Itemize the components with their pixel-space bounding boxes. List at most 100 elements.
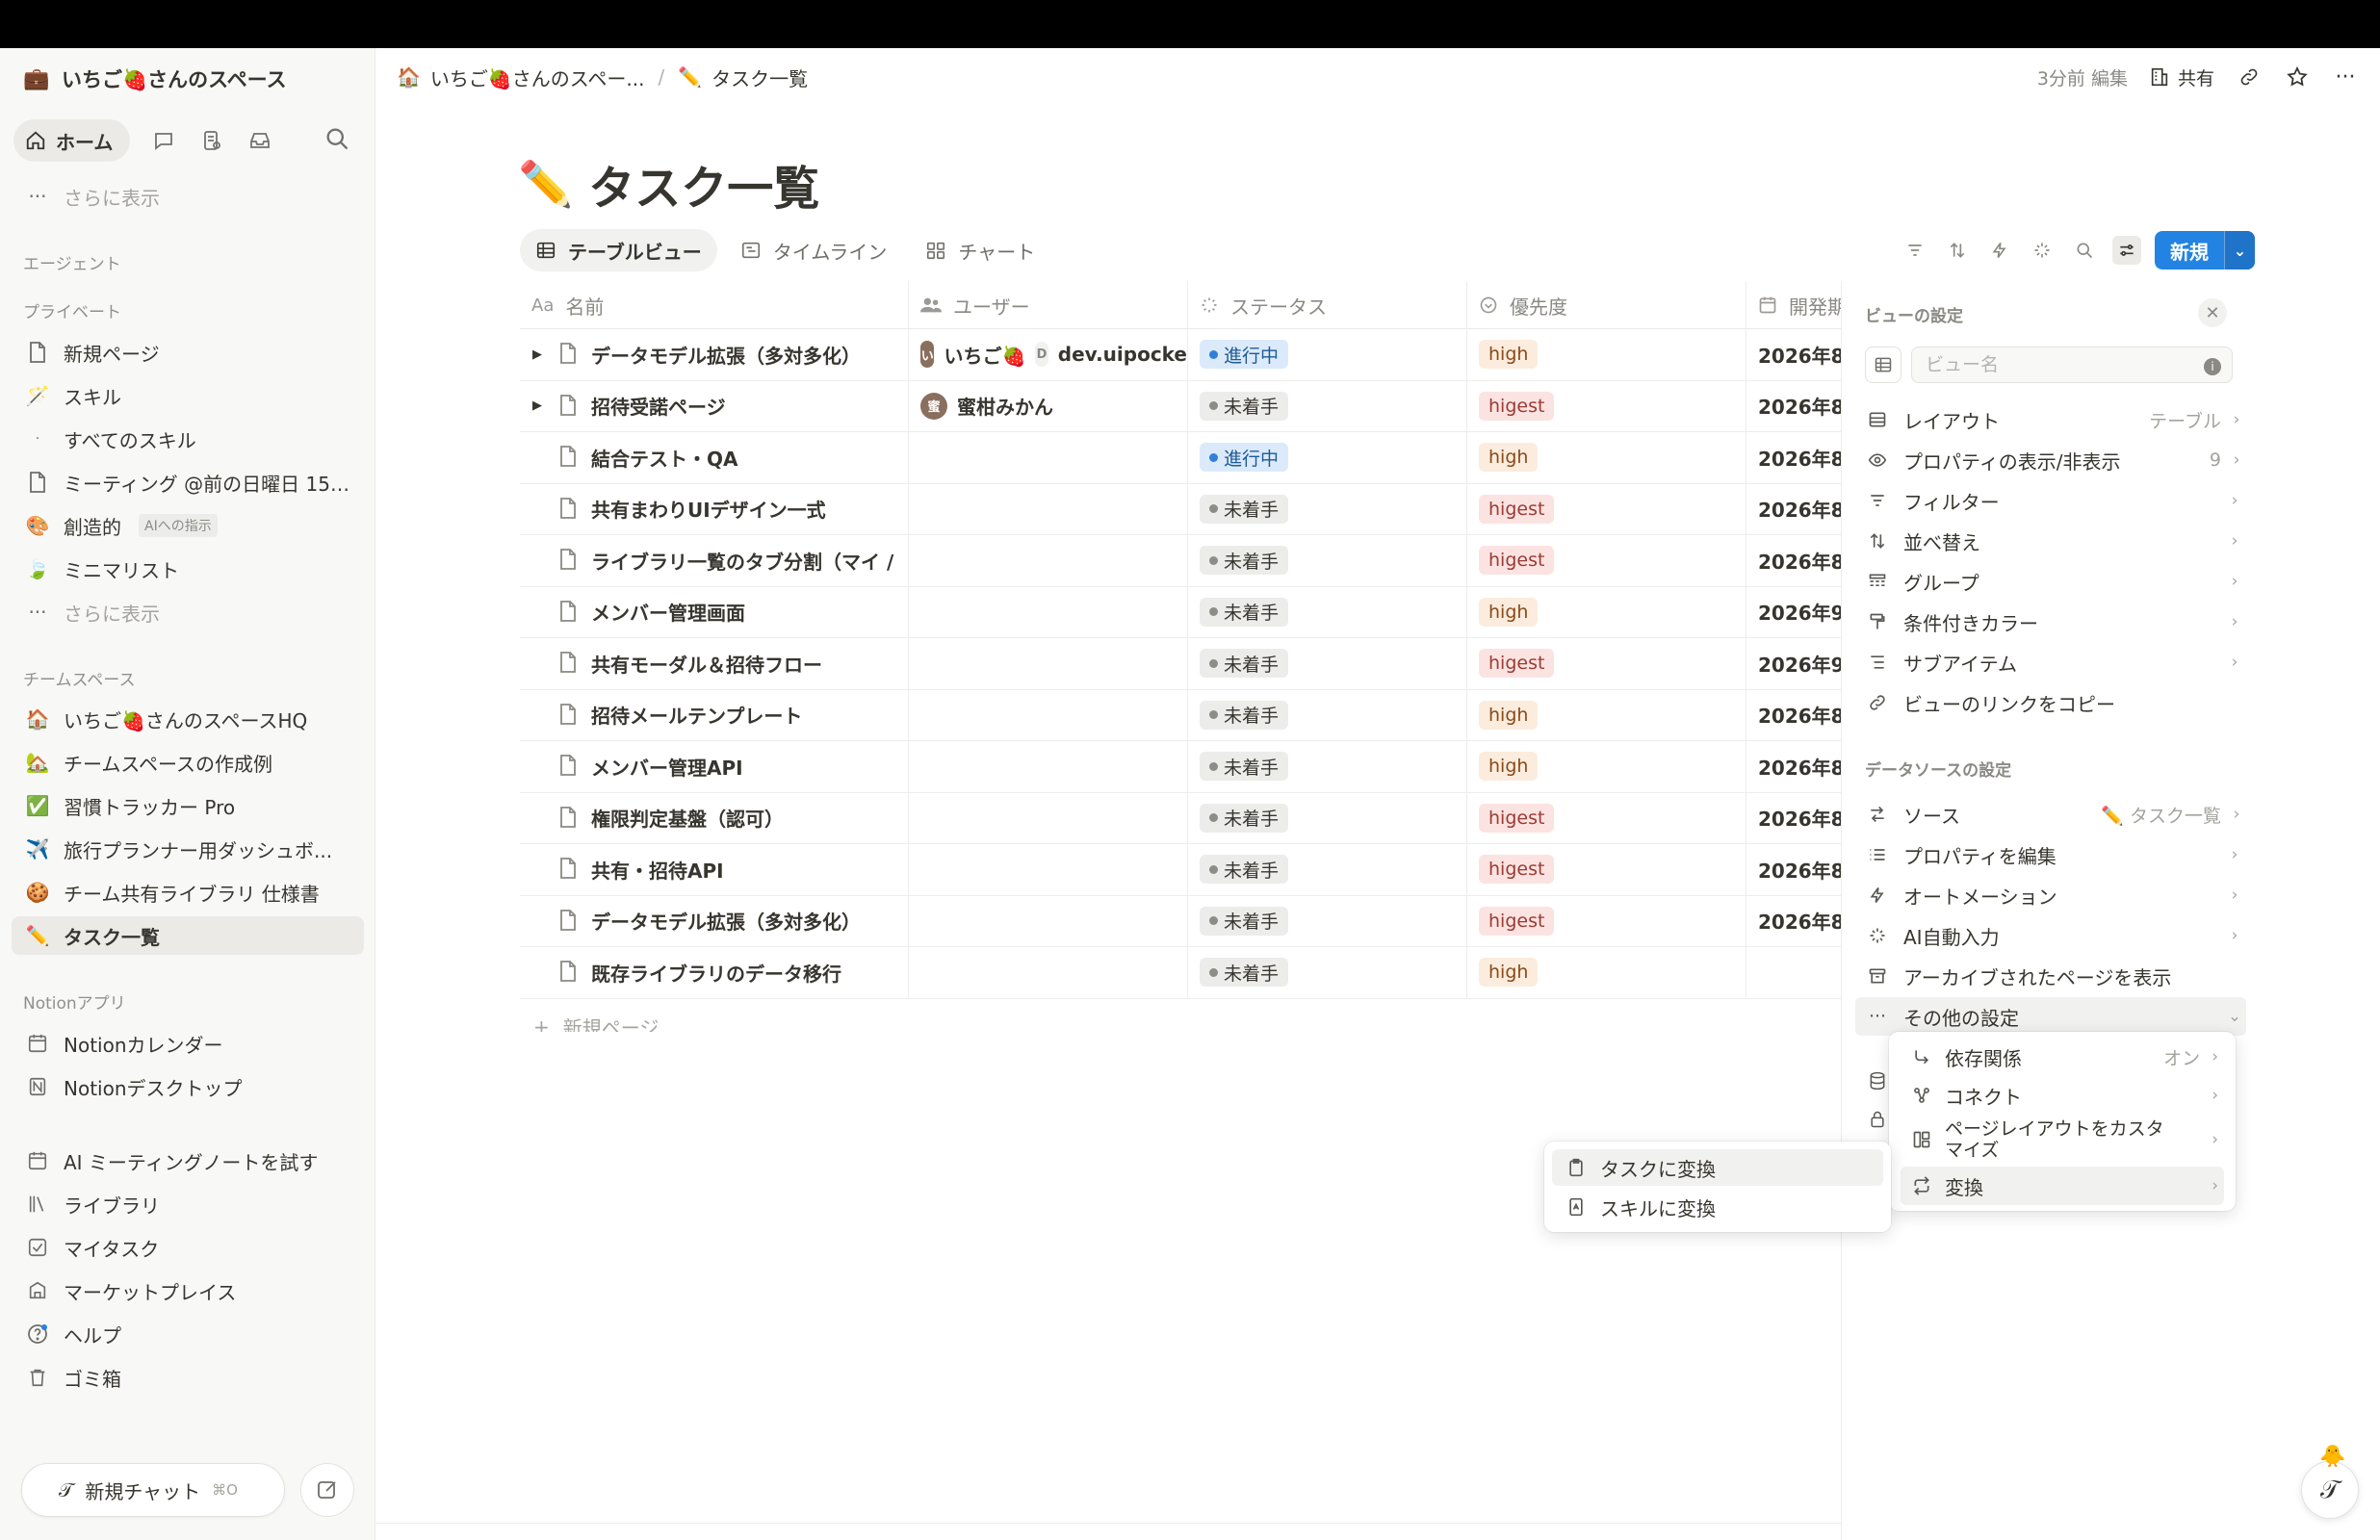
settings-item-paint[interactable]: 条件付きカラー › bbox=[1855, 603, 2246, 641]
settings-item-sort[interactable]: 並べ替え › bbox=[1855, 522, 2246, 560]
cell-status[interactable]: 未着手 bbox=[1188, 380, 1467, 431]
cell-status[interactable]: 進行中 bbox=[1188, 432, 1467, 483]
cell-dev-period[interactable]: 2026年8/ bbox=[1746, 896, 1841, 947]
cell-name[interactable]: 共有・招待API bbox=[520, 844, 909, 895]
share-button[interactable]: 共有 bbox=[2149, 64, 2214, 90]
cell-dev-period[interactable]: 2026年8/ bbox=[1746, 381, 1841, 432]
tab-timeline[interactable]: タイムライン bbox=[725, 229, 903, 271]
chat-bubble-icon[interactable] bbox=[149, 126, 178, 155]
sidebar-item-notion-calendar[interactable]: Notionカレンダー bbox=[12, 1024, 364, 1063]
cell-dev-period[interactable]: 2026年8/ bbox=[1746, 844, 1841, 895]
sidebar-item-habit-tracker[interactable]: ✅ 習慣トラッカー Pro bbox=[12, 786, 364, 825]
cell-status[interactable]: 未着手 bbox=[1188, 947, 1467, 998]
inbox-icon[interactable] bbox=[246, 126, 274, 155]
column-header-status[interactable]: ステータス bbox=[1188, 281, 1467, 329]
settings-item-layout[interactable]: レイアウト テーブル › bbox=[1855, 400, 2246, 439]
ai-assistant-button[interactable]: 🐥 𝒯 bbox=[2301, 1445, 2359, 1519]
cell-name[interactable]: 結合テスト・QA bbox=[520, 432, 909, 483]
close-icon[interactable]: ✕ bbox=[2198, 298, 2227, 327]
menu-item-connect[interactable]: コネクト › bbox=[1901, 1076, 2224, 1115]
sidebar-show-more-private[interactable]: ··· さらに表示 bbox=[12, 593, 364, 631]
cell-priority[interactable]: high bbox=[1467, 689, 1746, 740]
cell-user[interactable] bbox=[909, 638, 1188, 689]
sidebar-item-new-page[interactable]: 新規ページ bbox=[12, 333, 364, 372]
cell-dev-period[interactable]: 2026年8/ bbox=[1746, 535, 1841, 586]
cell-name[interactable]: ▶ データモデル拡張（多対多化） bbox=[520, 329, 909, 380]
workspace-switcher[interactable]: 💼 いちご🍓さんのスペース bbox=[23, 64, 286, 94]
bolt-icon[interactable] bbox=[1985, 236, 2014, 265]
cell-dev-period[interactable]: 2026年8/ bbox=[1746, 793, 1841, 844]
cell-status[interactable]: 未着手 bbox=[1188, 792, 1467, 843]
cell-priority[interactable]: high bbox=[1467, 741, 1746, 792]
page-emoji-icon[interactable]: ✏️ bbox=[518, 158, 573, 211]
new-button-label[interactable]: 新規 bbox=[2155, 231, 2224, 270]
page-title[interactable]: ✏️ タスク一覧 bbox=[518, 150, 819, 218]
settings-sliders-icon[interactable] bbox=[2112, 236, 2141, 265]
cell-name[interactable]: 権限判定基盤（認可） bbox=[520, 792, 909, 843]
settings-item-source[interactable]: ソース ✏️ タスク一覧 › bbox=[1855, 795, 2246, 834]
lock-icon[interactable] bbox=[1865, 1107, 1890, 1132]
table-row[interactable]: ▶ データモデル拡張（多対多化） いいちご🍓 Ddev.uipocke 進行中 h… bbox=[520, 329, 1841, 381]
database-icon[interactable] bbox=[1865, 1068, 1890, 1093]
sidebar-item-workspace-hq[interactable]: 🏠 いちご🍓さんのスペースHQ bbox=[12, 700, 364, 738]
settings-item-archive[interactable]: アーカイブされたページを表示 bbox=[1855, 957, 2246, 995]
sidebar-item-trash[interactable]: ゴミ箱 bbox=[12, 1358, 364, 1397]
breadcrumb-current[interactable]: タスク一覧 bbox=[711, 64, 808, 91]
expand-triangle-icon[interactable]: ▶ bbox=[528, 398, 547, 413]
tab-chart[interactable]: チャート bbox=[910, 229, 1050, 271]
menu-item-convert-to-task[interactable]: タスクに変換 bbox=[1552, 1149, 1883, 1186]
cell-name[interactable]: メンバー管理API bbox=[520, 741, 909, 792]
cell-priority[interactable]: higest bbox=[1467, 638, 1746, 689]
cell-dev-period[interactable] bbox=[1746, 947, 1841, 998]
table-row[interactable]: 共有まわりUIデザイン一式 未着手 higest 2026年8/ bbox=[520, 483, 1841, 535]
cell-name[interactable]: 招待メールテンプレート bbox=[520, 689, 909, 740]
cell-name[interactable]: 既存ライブラリのデータ移行 bbox=[520, 947, 909, 998]
cell-priority[interactable]: higest bbox=[1467, 792, 1746, 843]
cell-user[interactable]: いいちご🍓 Ddev.uipocke bbox=[909, 329, 1188, 380]
cell-priority[interactable]: high bbox=[1467, 329, 1746, 380]
sidebar-item-creative[interactable]: 🎨 創造的 AIへの指示 bbox=[12, 506, 364, 545]
more-options-icon[interactable]: ··· bbox=[2332, 64, 2359, 90]
cell-dev-period[interactable]: 2026年8/ bbox=[1746, 329, 1841, 380]
add-new-page-row[interactable]: + 新規ページ bbox=[520, 1003, 659, 1033]
cell-status[interactable]: 未着手 bbox=[1188, 638, 1467, 689]
sidebar-item-teamspace-example[interactable]: 🏡 チームスペースの作成例 bbox=[12, 743, 364, 782]
sidebar-item-all-skills[interactable]: · すべてのスキル bbox=[12, 420, 364, 458]
sidebar-item-marketplace[interactable]: マーケットプレイス bbox=[12, 1271, 364, 1310]
cell-user[interactable] bbox=[909, 483, 1188, 534]
new-button[interactable]: 新規 ⌄ bbox=[2155, 231, 2255, 270]
cell-priority[interactable]: higest bbox=[1467, 535, 1746, 586]
cell-priority[interactable]: higest bbox=[1467, 844, 1746, 895]
sparkle-icon[interactable] bbox=[2028, 236, 2057, 265]
settings-item-list[interactable]: プロパティを編集 › bbox=[1855, 835, 2246, 874]
breadcrumb-workspace[interactable]: いちご🍓さんのスペー... bbox=[430, 64, 645, 91]
expand-triangle-icon[interactable]: ▶ bbox=[528, 347, 547, 362]
table-row[interactable]: 共有モーダル＆招待フロー 未着手 higest 2026年9/ bbox=[520, 638, 1841, 690]
chevron-down-icon[interactable]: ⌄ bbox=[2224, 231, 2255, 270]
meeting-notes-icon[interactable] bbox=[197, 126, 226, 155]
new-chat-button[interactable]: 𝒯 新規チャット ⌘O bbox=[21, 1463, 285, 1517]
menu-item-convert-to-skill[interactable]: スキルに変換 bbox=[1552, 1189, 1883, 1225]
table-row[interactable]: ▶ 招待受諾ページ 蜜蜜柑みかん 未着手 higest 2026年8/ bbox=[520, 380, 1841, 432]
star-icon[interactable] bbox=[2284, 64, 2311, 90]
cell-dev-period[interactable]: 2026年9/ bbox=[1746, 638, 1841, 689]
cell-priority[interactable]: high bbox=[1467, 432, 1746, 483]
cell-name[interactable]: メンバー管理画面 bbox=[520, 586, 909, 637]
menu-item-convert[interactable]: 変換 › bbox=[1901, 1167, 2224, 1205]
cell-dev-period[interactable]: 2026年9/ bbox=[1746, 587, 1841, 638]
cell-dev-period[interactable]: 2026年8/ bbox=[1746, 484, 1841, 535]
table-row[interactable]: 権限判定基盤（認可） 未着手 higest 2026年8/ bbox=[520, 792, 1841, 844]
cell-user[interactable] bbox=[909, 895, 1188, 946]
table-row[interactable]: メンバー管理API 未着手 high 2026年8/ bbox=[520, 741, 1841, 793]
cell-status[interactable]: 未着手 bbox=[1188, 586, 1467, 637]
settings-item-eye[interactable]: プロパティの表示/非表示 9 › bbox=[1855, 441, 2246, 479]
table-row[interactable]: データモデル拡張（多対多化） 未着手 higest 2026年8/ bbox=[520, 895, 1841, 947]
sidebar-item-minimalist[interactable]: 🍃 ミニマリスト bbox=[12, 550, 364, 588]
cell-name[interactable]: ライブラリ一覧のタブ分割（マイ / bbox=[520, 535, 909, 586]
sidebar-item-meeting[interactable]: ミーティング @前の日曜日 15:... bbox=[12, 463, 364, 501]
table-row[interactable]: 結合テスト・QA 進行中 high 2026年8/ bbox=[520, 432, 1841, 484]
sidebar-item-ai-meeting-notes[interactable]: AI ミーティングノートを試す bbox=[12, 1142, 364, 1180]
cell-name[interactable]: ▶ 招待受諾ページ bbox=[520, 380, 909, 431]
settings-item-subitems[interactable]: サブアイテム › bbox=[1855, 643, 2246, 681]
table-row[interactable]: 招待メールテンプレート 未着手 high 2026年8/ bbox=[520, 689, 1841, 741]
